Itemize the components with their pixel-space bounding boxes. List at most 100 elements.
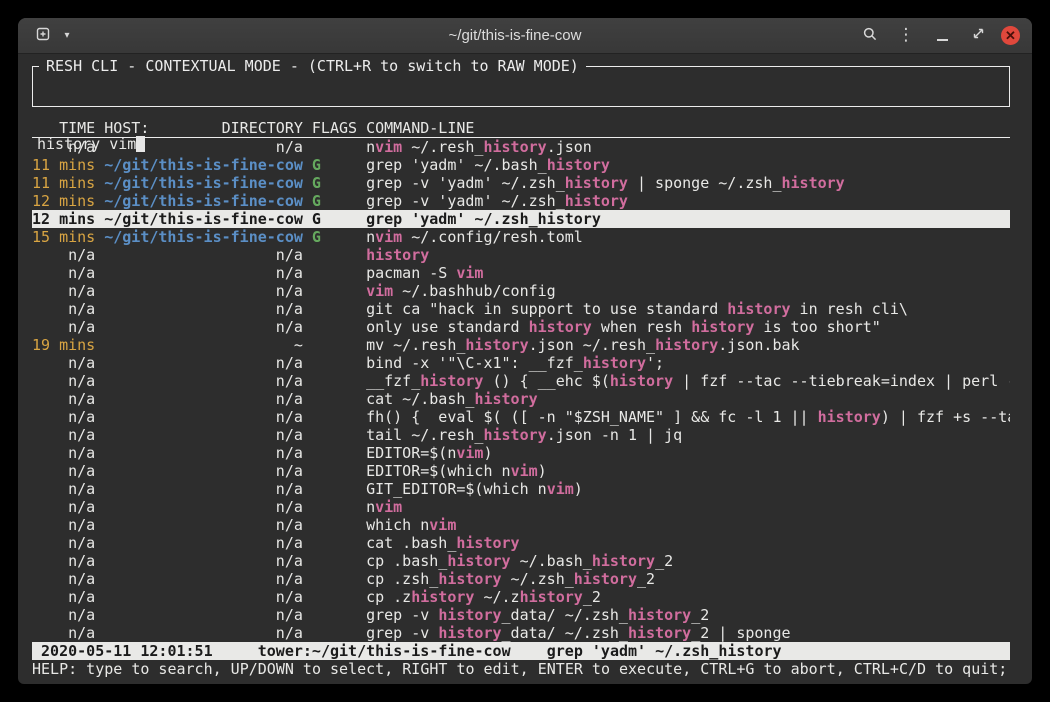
- history-row[interactable]: n/an/a__fzf_history () { __ehc $(history…: [32, 372, 1010, 390]
- match-highlight: history: [438, 570, 501, 588]
- row-flags: [312, 552, 357, 570]
- row-command: GIT_EDITOR=$(which nvim): [366, 480, 1010, 498]
- restore-icon: [971, 26, 986, 45]
- row-host-directory: ~/git/this-is-fine-cow: [104, 210, 303, 228]
- history-row[interactable]: n/an/abind -x '"\C-x1": __fzf_history';: [32, 354, 1010, 372]
- row-time: n/a: [32, 282, 95, 300]
- search-button[interactable]: [857, 23, 883, 49]
- match-highlight: history: [483, 426, 546, 444]
- row-command: __fzf_history () { __ehc $(history | fzf…: [366, 372, 1010, 390]
- history-row[interactable]: n/an/afh() { eval $( ([ -n "$ZSH_NAME" ]…: [32, 408, 1010, 426]
- row-host-directory: n/a: [104, 318, 303, 336]
- menu-button[interactable]: ⋮: [893, 23, 919, 49]
- row-time: n/a: [32, 318, 95, 336]
- row-host-directory: ~/git/this-is-fine-cow: [104, 192, 303, 210]
- history-row[interactable]: n/an/apacman -S vim: [32, 264, 1010, 282]
- history-row[interactable]: n/a n/a only use standard history when res…: [32, 318, 1010, 336]
- row-flags: [312, 462, 357, 480]
- history-row[interactable]: n/an/agit ca "hack in support to use sta…: [32, 300, 1010, 318]
- row-command: cp .zhistory ~/.zhistory_2: [366, 588, 1010, 606]
- history-row[interactable]: n/an/avim ~/.bashhub/config: [32, 282, 1010, 300]
- titlebar-left-controls: ▾: [30, 23, 220, 49]
- match-highlight: history: [818, 408, 881, 426]
- row-flags: [312, 570, 357, 588]
- row-command: pacman -S vim: [366, 264, 1010, 282]
- row-command: nvim: [366, 498, 1010, 516]
- row-flags: [312, 588, 357, 606]
- history-row[interactable]: n/an/acp .zsh_history ~/.zsh_history_2: [32, 570, 1010, 588]
- row-time: n/a: [32, 588, 95, 606]
- search-box-legend: RESH CLI - CONTEXTUAL MODE - (CTRL+R to …: [39, 58, 586, 74]
- row-time: n/a: [32, 426, 95, 444]
- row-time: n/a: [32, 354, 95, 372]
- match-highlight: history: [456, 534, 519, 552]
- history-row[interactable]: n/an/acp .bash_history ~/.bash_history_2: [32, 552, 1010, 570]
- history-row[interactable]: n/an/awhich nvim: [32, 516, 1010, 534]
- window-title: ~/git/this-is-fine-cow: [220, 27, 810, 44]
- row-command: tail ~/.resh_history.json -n 1 | jq: [366, 426, 1010, 444]
- row-flags: [312, 516, 357, 534]
- match-highlight: history: [583, 354, 646, 372]
- match-highlight: history: [655, 336, 718, 354]
- history-row[interactable]: n/an/aEDITOR=$(nvim): [32, 444, 1010, 462]
- restore-button[interactable]: [965, 23, 991, 49]
- match-highlight: history: [366, 246, 429, 264]
- history-row[interactable]: n/an/aGIT_EDITOR=$(which nvim): [32, 480, 1010, 498]
- history-row[interactable]: n/an/ahistory: [32, 246, 1010, 264]
- help-line: HELP: type to search, UP/DOWN to select,…: [32, 660, 1010, 678]
- row-time: n/a: [32, 516, 95, 534]
- row-flags: [312, 300, 357, 318]
- close-button[interactable]: ✕: [1001, 26, 1020, 45]
- new-terminal-dropdown-button[interactable]: ▾: [59, 23, 75, 49]
- match-highlight: history: [628, 624, 691, 642]
- row-flags: [312, 498, 357, 516]
- row-time: n/a: [32, 570, 95, 588]
- match-highlight: vim: [366, 282, 393, 300]
- history-row[interactable]: n/an/acat ~/.bash_history: [32, 390, 1010, 408]
- row-time: n/a: [32, 552, 95, 570]
- history-row[interactable]: n/a n/a cp .zhistory ~/.zhistory_2: [32, 588, 1010, 606]
- history-row[interactable]: 15 mins~/git/this-is-fine-cowGnvim ~/.co…: [32, 228, 1010, 246]
- row-time: n/a: [32, 390, 95, 408]
- history-row[interactable]: 19 mins~mv ~/.resh_history.json ~/.resh_…: [32, 336, 1010, 354]
- row-time: n/a: [32, 480, 95, 498]
- row-time: n/a: [32, 408, 95, 426]
- history-row[interactable]: n/an/atail ~/.resh_history.json -n 1 | j…: [32, 426, 1010, 444]
- row-time: n/a: [32, 534, 95, 552]
- history-row-selected[interactable]: 12 mins~/git/this-is-fine-cowGgrep 'yadm…: [32, 210, 1010, 228]
- minimize-button[interactable]: [929, 23, 955, 49]
- row-command: history: [366, 246, 1010, 264]
- history-row[interactable]: 12 mins~/git/this-is-fine-cowGgrep -v 'y…: [32, 192, 1010, 210]
- search-input[interactable]: history vim: [37, 135, 1001, 153]
- history-row[interactable]: n/an/agrep -v history_data/ ~/.zsh_histo…: [32, 606, 1010, 624]
- chevron-down-icon: ▾: [64, 30, 69, 41]
- row-flags: [312, 408, 357, 426]
- history-row[interactable]: n/an/acat .bash_history: [32, 534, 1010, 552]
- new-terminal-button[interactable]: [30, 23, 56, 49]
- history-row[interactable]: n/an/agrep -v history_data/ ~/.zsh_histo…: [32, 624, 1010, 642]
- row-host-directory: n/a: [104, 588, 303, 606]
- minimize-icon: [937, 39, 948, 41]
- match-highlight: vim: [375, 228, 402, 246]
- match-highlight: vim: [456, 444, 483, 462]
- row-command: only use standard history when resh hist…: [366, 318, 1010, 336]
- row-time: n/a: [32, 246, 95, 264]
- text-cursor: [136, 136, 145, 152]
- row-host-directory: n/a: [104, 408, 303, 426]
- row-host-directory: n/a: [104, 534, 303, 552]
- match-highlight: history: [727, 300, 790, 318]
- row-time: 12 mins: [32, 192, 95, 210]
- row-command: cp .zsh_history ~/.zsh_history_2: [366, 570, 1010, 588]
- row-time: 12 mins: [32, 210, 95, 228]
- history-row[interactable]: n/an/aEDITOR=$(which nvim): [32, 462, 1010, 480]
- row-flags: [312, 372, 357, 390]
- history-row[interactable]: n/an/anvim: [32, 498, 1010, 516]
- row-command: cat ~/.bash_history: [366, 390, 1010, 408]
- row-command: vim ~/.bashhub/config: [366, 282, 1010, 300]
- close-icon: ✕: [1005, 26, 1016, 45]
- match-highlight: vim: [547, 480, 574, 498]
- match-highlight: history: [538, 210, 601, 228]
- row-host-directory: n/a: [104, 354, 303, 372]
- row-time: 19 mins: [32, 336, 95, 354]
- row-time: n/a: [32, 264, 95, 282]
